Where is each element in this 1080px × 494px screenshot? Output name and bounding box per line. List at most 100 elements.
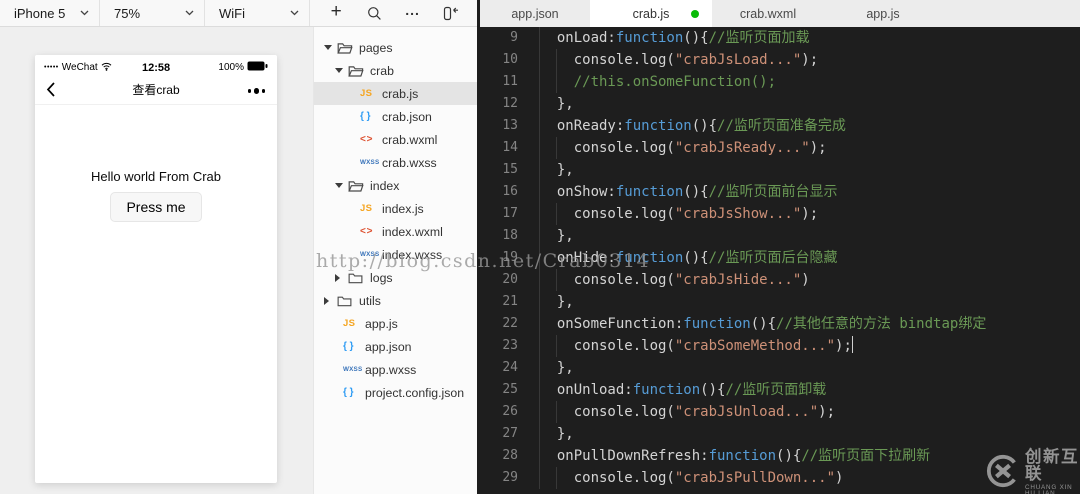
code-token: //监听页面准备完成 (717, 118, 846, 134)
json-icon: { } (343, 387, 363, 398)
tree-item-project.config.json[interactable]: { }project.config.json (314, 381, 477, 404)
code-token: "crabJsUnload..." (675, 404, 818, 420)
code-token: //其他任意的方法 bindtap绑定 (776, 316, 986, 332)
code-line-26: 26 console.log("crabJsUnload..."); (480, 401, 1080, 423)
tree-item-app.wxss[interactable]: WXSSapp.wxss (314, 358, 477, 381)
code-token: "crabJsPullDown..." (675, 470, 835, 486)
chevron-down-icon (290, 10, 299, 16)
line-number: 10 (480, 49, 539, 71)
dock-toggle-icon[interactable] (439, 1, 463, 25)
tree-item-utils[interactable]: utils (314, 289, 477, 312)
code-token: //监听页面下拉刷新 (801, 448, 930, 464)
code-token: }, (540, 96, 574, 112)
code-text: onPullDownRefresh:function(){//监听页面下拉刷新 (539, 445, 930, 467)
back-chevron-icon[interactable] (45, 81, 56, 103)
tree-item-app.js[interactable]: JSapp.js (314, 312, 477, 335)
code-line-19: 19 onHide:function(){//监听页面后台隐藏 (480, 247, 1080, 269)
wxss-icon: WXSS (360, 251, 380, 258)
tree-item-index.wxss[interactable]: WXSSindex.wxss (314, 243, 477, 266)
code-editor[interactable]: 9 onLoad:function(){//监听页面加载10 console.l… (480, 27, 1080, 494)
collapsed-arrow-icon[interactable] (324, 297, 337, 305)
code-line-28: 28 onPullDownRefresh:function(){//监听页面下拉… (480, 445, 1080, 467)
code-text: }, (539, 423, 574, 445)
code-line-25: 25 onUnload:function(){//监听页面卸载 (480, 379, 1080, 401)
wxml-icon: < > (360, 134, 380, 145)
code-token: function (683, 316, 750, 332)
tree-item-logs[interactable]: logs (314, 266, 477, 289)
code-token: function (633, 382, 700, 398)
code-token: console.log( (540, 272, 675, 288)
code-token: function (616, 184, 683, 200)
press-me-button[interactable]: Press me (110, 192, 201, 222)
tree-item-label: crab.js (382, 87, 418, 101)
more-icon[interactable]: ... (401, 1, 425, 25)
code-token: onShow: (540, 184, 616, 200)
tree-item-pages[interactable]: pages (314, 36, 477, 59)
code-text: console.log("crabJsReady..."); (539, 137, 827, 159)
mini-program-page: Hello world From Crab Press me (35, 169, 277, 222)
battery-icon (247, 61, 268, 74)
tree-item-index.wxml[interactable]: < >index.wxml (314, 220, 477, 243)
expanded-arrow-icon[interactable] (335, 68, 348, 73)
tab-crab.js[interactable]: crab.js (590, 0, 712, 27)
tree-item-label: crab.wxss (382, 156, 437, 170)
tree-item-label: app.json (365, 340, 412, 354)
tree-item-crab.js[interactable]: JScrab.js (314, 82, 477, 105)
zoom-select[interactable]: 75% (100, 0, 205, 26)
tree-item-crab.wxml[interactable]: < >crab.wxml (314, 128, 477, 151)
tab-app.js[interactable]: app.js (824, 0, 942, 27)
simulator-toolbar: iPhone 5 75% WiFi + ... (0, 0, 477, 27)
code-token: }, (540, 360, 574, 376)
phone-preview: ••••• WeChat 12:58 100% (35, 55, 277, 483)
code-line-21: 21 }, (480, 291, 1080, 313)
code-token: onLoad: (540, 30, 616, 46)
tree-item-crab[interactable]: crab (314, 59, 477, 82)
tab-app.json[interactable]: app.json (480, 0, 590, 27)
network-select[interactable]: WiFi (205, 0, 310, 26)
code-token: (){ (776, 448, 801, 464)
code-token: onSomeFunction: (540, 316, 683, 332)
tree-item-crab.json[interactable]: { }crab.json (314, 105, 477, 128)
code-token: (){ (751, 316, 776, 332)
tree-item-index.js[interactable]: JSindex.js (314, 197, 477, 220)
folder-open-icon (337, 41, 357, 55)
tree-item-label: crab.wxml (382, 133, 437, 147)
tree-item-crab.wxss[interactable]: WXSScrab.wxss (314, 151, 477, 174)
plus-icon[interactable]: + (324, 1, 348, 25)
tree-item-app.json[interactable]: { }app.json (314, 335, 477, 358)
editor-tab-bar: app.jsoncrab.js crab.wxml app.js (480, 0, 1080, 27)
code-token: console.log( (540, 140, 675, 156)
expanded-arrow-icon[interactable] (335, 183, 348, 188)
device-select[interactable]: iPhone 5 (0, 0, 100, 26)
line-number: 23 (480, 335, 539, 357)
folder-open-icon (348, 64, 368, 78)
code-token: "crabJsReady..." (675, 140, 810, 156)
line-number: 27 (480, 423, 539, 445)
zoom-select-value: 75% (114, 6, 140, 21)
code-token: }, (540, 162, 574, 178)
code-token: function (624, 118, 691, 134)
wxml-icon: < > (360, 226, 380, 237)
code-token: ); (801, 206, 818, 222)
line-number: 14 (480, 137, 539, 159)
search-icon[interactable] (362, 1, 386, 25)
more-menu-icon[interactable] (248, 88, 266, 94)
tab-crab.wxml[interactable]: crab.wxml (712, 0, 824, 27)
line-number: 13 (480, 115, 539, 137)
line-number: 25 (480, 379, 539, 401)
code-token: (){ (683, 250, 708, 266)
code-token: onHide: (540, 250, 616, 266)
line-number: 11 (480, 71, 539, 93)
collapsed-arrow-icon[interactable] (335, 274, 348, 282)
code-text: }, (539, 225, 574, 247)
code-line-18: 18 }, (480, 225, 1080, 247)
line-number: 19 (480, 247, 539, 269)
tab-label: crab.wxml (740, 7, 796, 21)
js-icon: JS (343, 318, 363, 329)
tree-item-index[interactable]: index (314, 174, 477, 197)
code-text: }, (539, 357, 574, 379)
code-token: }, (540, 228, 574, 244)
code-text: console.log("crabJsLoad..."); (539, 49, 818, 71)
expanded-arrow-icon[interactable] (324, 45, 337, 50)
code-line-22: 22 onSomeFunction:function(){//其他任意的方法 b… (480, 313, 1080, 335)
